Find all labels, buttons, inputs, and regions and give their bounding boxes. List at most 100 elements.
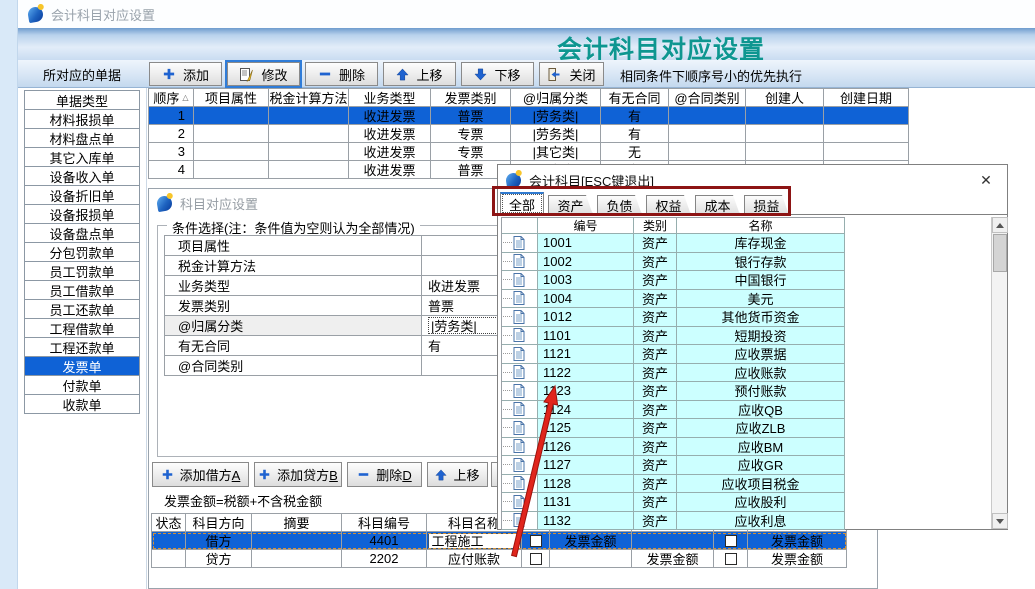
sidebar-item[interactable]: 收款单: [24, 395, 140, 414]
sidebar-header: 单据类型: [24, 91, 140, 110]
window-titlebar: 会计科目对应设置: [18, 0, 1035, 28]
account-row[interactable]: 1003资产中国银行: [502, 271, 845, 290]
sidebar-item[interactable]: 员工借款单: [24, 281, 140, 300]
sidebar-item[interactable]: 材料报损单: [24, 110, 140, 129]
account-row[interactable]: 1127资产应收GR: [502, 456, 845, 475]
delete-button[interactable]: 删除: [305, 62, 378, 86]
sidebar-item[interactable]: 付款单: [24, 376, 140, 395]
sidebar-item[interactable]: 工程还款单: [24, 338, 140, 357]
move-down-button[interactable]: 下移: [461, 62, 534, 86]
close-button[interactable]: 关闭: [539, 62, 604, 86]
sidebar-item[interactable]: 材料盘点单: [24, 129, 140, 148]
main-table-row[interactable]: 3收进发票专票|其它类|无: [149, 143, 909, 161]
main-table-row[interactable]: 1收进发票普票|劳务类|有: [149, 107, 909, 125]
minus-icon: [357, 468, 370, 481]
subject-name-editor[interactable]: 工程施工: [428, 533, 521, 549]
entry-cell-amount2: 发票金额: [632, 550, 714, 568]
add-credit-button[interactable]: 添加贷方B: [254, 462, 342, 487]
accounts-table-header: 编号类别名称: [502, 218, 845, 234]
move-up-button[interactable]: 上移: [383, 62, 456, 86]
account-name: 应收利息: [677, 512, 845, 531]
sidebar-item[interactable]: 设备折旧单: [24, 186, 140, 205]
entry-row[interactable]: 借方4401工程施工发票金额发票金额: [152, 532, 847, 550]
account-name: 应收股利: [677, 493, 845, 512]
sidebar-item[interactable]: 设备盘点单: [24, 224, 140, 243]
account-code: 1132: [538, 512, 634, 531]
main-cell-category: |劳务类|: [511, 125, 601, 143]
document-icon: [513, 384, 525, 398]
main-cell-tax_method: [269, 107, 349, 125]
account-row[interactable]: 1123资产预付账款: [502, 382, 845, 401]
main-cell-project_attr: [194, 107, 269, 125]
account-row[interactable]: 1124资产应收QB: [502, 401, 845, 420]
account-icon-cell: [502, 401, 538, 420]
account-class: 资产: [634, 456, 677, 475]
account-row[interactable]: 1131资产应收股利: [502, 493, 845, 512]
account-icon-cell: [502, 234, 538, 253]
tree-connector: [503, 353, 512, 354]
scroll-up-icon[interactable]: [992, 217, 1008, 233]
account-row[interactable]: 1125资产应收ZLB: [502, 419, 845, 438]
account-name: 应收项目税金: [677, 475, 845, 494]
account-code: 1131: [538, 493, 634, 512]
entry-cell-amount3: 发票金额: [748, 550, 847, 568]
account-class: 资产: [634, 234, 677, 253]
sidebar-item[interactable]: 发票单: [24, 357, 140, 376]
add-button[interactable]: 添加: [149, 62, 222, 86]
arrow-up-icon: [396, 68, 409, 81]
tree-connector: [503, 464, 512, 465]
sidebar-item[interactable]: 设备报损单: [24, 205, 140, 224]
account-row[interactable]: 1004资产美元: [502, 290, 845, 309]
account-code: 1001: [538, 234, 634, 253]
account-icon-cell: [502, 382, 538, 401]
scrollbar-thumb[interactable]: [993, 234, 1007, 272]
checkbox-unchecked[interactable]: [725, 535, 737, 547]
main-cell-category: |劳务类|: [511, 107, 601, 125]
sidebar-item[interactable]: 设备收入单: [24, 167, 140, 186]
entry-column-header: 摘要: [252, 514, 342, 532]
tree-connector: [503, 335, 512, 336]
add-debit-button[interactable]: 添加借方A: [152, 462, 249, 487]
sidebar-item[interactable]: 员工还款单: [24, 300, 140, 319]
entry-cell-name: 工程施工: [427, 532, 522, 550]
delete-entry-button[interactable]: 删除D: [347, 462, 422, 487]
account-row[interactable]: 1101资产短期投资: [502, 327, 845, 346]
account-row[interactable]: 1122资产应收账款: [502, 364, 845, 383]
sidebar-item[interactable]: 分包罚款单: [24, 243, 140, 262]
scroll-down-icon[interactable]: [992, 513, 1008, 529]
close-icon[interactable]: ✕: [977, 171, 995, 189]
checkbox-unchecked[interactable]: [725, 553, 737, 565]
sidebar-item[interactable]: 工程借款单: [24, 319, 140, 338]
exit-door-icon: [547, 67, 562, 82]
main-table-row[interactable]: 2收进发票专票|劳务类|有: [149, 125, 909, 143]
account-code: 1124: [538, 401, 634, 420]
account-code: 1122: [538, 364, 634, 383]
tree-connector: [503, 520, 512, 521]
entry-cell-summary: [252, 550, 342, 568]
account-row[interactable]: 1012资产其他货币资金: [502, 308, 845, 327]
account-name: 应收账款: [677, 364, 845, 383]
account-row[interactable]: 1002资产银行存款: [502, 253, 845, 272]
checkbox-unchecked[interactable]: [530, 535, 542, 547]
account-name: 其他货币资金: [677, 308, 845, 327]
checkbox-unchecked[interactable]: [530, 553, 542, 565]
modify-button[interactable]: 修改: [227, 62, 300, 86]
tree-connector: [503, 427, 512, 428]
entry-row[interactable]: 贷方2202应付账款发票金额发票金额: [152, 550, 847, 568]
sidebar-item[interactable]: 其它入库单: [24, 148, 140, 167]
account-row[interactable]: 1121资产应收票据: [502, 345, 845, 364]
move-entry-up-button[interactable]: 上移: [427, 462, 488, 487]
account-row[interactable]: 1001资产库存现金: [502, 234, 845, 253]
page-left-strip: [0, 0, 18, 589]
entry-cell-amount2: [632, 532, 714, 550]
accounts-scrollbar[interactable]: [991, 217, 1007, 529]
account-row[interactable]: 1128资产应收项目税金: [502, 475, 845, 494]
account-icon-cell: [502, 438, 538, 457]
account-row[interactable]: 1126资产应收BM: [502, 438, 845, 457]
account-class: 资产: [634, 493, 677, 512]
account-row[interactable]: 1132资产应收利息: [502, 512, 845, 531]
account-name: 银行存款: [677, 253, 845, 272]
account-name: 应收QB: [677, 401, 845, 420]
tree-connector: [503, 298, 512, 299]
sidebar-item[interactable]: 员工罚款单: [24, 262, 140, 281]
